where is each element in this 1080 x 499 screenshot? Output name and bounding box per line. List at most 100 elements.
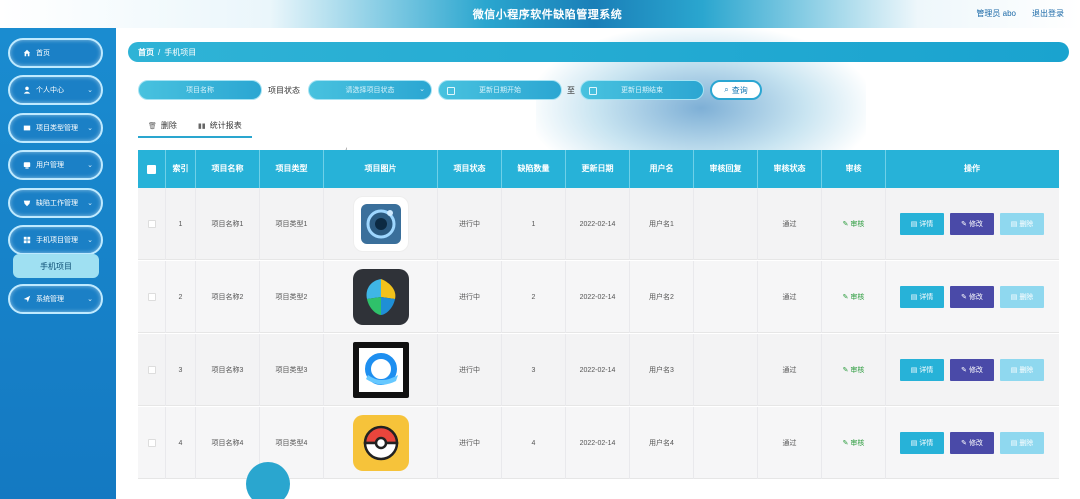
chevron-down-icon: ⌄ [87, 125, 93, 132]
search-button[interactable]: ⌕ 查询 [710, 80, 762, 100]
sidebar-subitem-mobile-project[interactable]: 手机项目 [13, 254, 99, 278]
name-cell: 项目名称2 [196, 261, 260, 333]
date-cell: 2022-02-14 [566, 188, 630, 260]
delete-button[interactable]: ▤ 删除 [1000, 213, 1044, 235]
column-header: 操作 [964, 164, 980, 173]
delete-button[interactable]: ▤ 删除 [1000, 286, 1044, 308]
detail-button[interactable]: ▤ 详情 [900, 359, 944, 381]
edit-button[interactable]: ✎ 修改 [950, 213, 994, 235]
delete-button[interactable]: ▤ 删除 [1000, 359, 1044, 381]
logout-link[interactable]: 退出登录 [1032, 8, 1064, 19]
defects-cell: 1 [502, 188, 566, 260]
calendar-icon [589, 87, 597, 95]
audit-status-cell: 通过 [758, 261, 822, 333]
status-cell: 进行中 [438, 261, 502, 333]
name-cell: 项目名称4 [196, 407, 260, 479]
index-cell: 1 [166, 188, 196, 260]
sidebar-item-label: 首页 [36, 50, 50, 57]
sidebar-item-label: 项目类型管理 [36, 125, 78, 132]
date-start-input[interactable]: 更新日期开始 [438, 80, 562, 100]
audit-cell: ✎ 审核 [822, 407, 886, 479]
row-checkbox[interactable] [147, 293, 156, 301]
edit-button[interactable]: ✎ 修改 [950, 286, 994, 308]
audit-status-cell: 通过 [758, 407, 822, 479]
trash-icon: ▤ [1010, 367, 1018, 374]
project-name-input[interactable]: 项目名称 [138, 80, 262, 100]
sidebar: 首页 个人中心 ⌄ 项目类型管理 ⌄ 用户管理 ⌄ 缺陷工作管理 ⌄ 手机项目管… [0, 28, 116, 499]
stats-report-tab[interactable]: ▮▮ 统计报表 [198, 120, 242, 131]
row-checkbox[interactable] [147, 220, 156, 228]
detail-button[interactable]: ▤ 详情 [900, 213, 944, 235]
sidebar-item-project-types[interactable]: 项目类型管理 ⌄ [8, 113, 103, 143]
detail-button[interactable]: ▤ 详情 [900, 432, 944, 454]
sidebar-item-home[interactable]: 首页 [8, 38, 103, 68]
sidebar-item-users[interactable]: 用户管理 ⌄ [8, 150, 103, 180]
edit-button[interactable]: ✎ 修改 [950, 432, 994, 454]
sidebar-item-label: 系统管理 [36, 296, 64, 303]
sidebar-item-system[interactable]: 系统管理 ⌄ [8, 284, 103, 314]
select-all-checkbox[interactable] [147, 164, 156, 174]
audit-link[interactable]: ✎ 审核 [843, 438, 865, 448]
users-icon [22, 161, 31, 170]
folder-icon [22, 124, 31, 133]
status-cell: 进行中 [438, 334, 502, 406]
breadcrumb: 首页 / 手机项目 [128, 42, 1069, 62]
pencil-icon: ✎ [961, 294, 967, 301]
image-cell [324, 188, 438, 260]
edit-button[interactable]: ✎ 修改 [950, 359, 994, 381]
sidebar-item-defects[interactable]: 缺陷工作管理 ⌄ [8, 188, 103, 218]
breadcrumb-current: 手机项目 [164, 47, 197, 57]
column-header: 项目图片 [324, 150, 438, 188]
row-checkbox[interactable] [147, 439, 156, 447]
trash-icon: ▤ [1010, 294, 1018, 301]
sidebar-item-profile[interactable]: 个人中心 ⌄ [8, 75, 103, 105]
status-cell: 进行中 [438, 188, 502, 260]
index-cell: 4 [166, 407, 196, 479]
chevron-down-icon: ⌄ [87, 200, 93, 207]
column-header: 索引 [166, 150, 196, 188]
date-cell: 2022-02-14 [566, 334, 630, 406]
breadcrumb-separator: / [158, 47, 161, 57]
stats-tab-label: 统计报表 [209, 121, 242, 130]
date-cell: 2022-02-14 [566, 407, 630, 479]
row-checkbox[interactable] [147, 366, 156, 374]
detail-button[interactable]: ▤ 详情 [900, 286, 944, 308]
bug-icon [22, 199, 31, 208]
pencil-icon: ✎ [961, 221, 967, 228]
image-cell [324, 407, 438, 479]
filter-bar: 项目名称 项目状态 请选择项目状态 ⌄ 更新日期开始 至 更新日期结束 ⌕ 查询 [138, 80, 1068, 102]
colorful-leaves-app-icon[interactable] [352, 269, 409, 325]
reply-cell [694, 261, 758, 333]
status-select[interactable]: 请选择项目状态 ⌄ [308, 80, 432, 100]
camera-lens-app-icon[interactable] [352, 196, 409, 252]
breadcrumb-home[interactable]: 首页 [138, 47, 154, 58]
name-cell: 项目名称3 [196, 334, 260, 406]
name-cell: 项目名称1 [196, 188, 260, 260]
row-select-cell [138, 334, 166, 406]
detail-icon: ▤ [910, 440, 918, 447]
reply-cell [694, 188, 758, 260]
date-end-input[interactable]: 更新日期结束 [580, 80, 704, 100]
audit-link[interactable]: ✎ 审核 [843, 292, 865, 302]
sidebar-item-label: 用户管理 [36, 162, 64, 169]
delete-button[interactable]: ▤ 删除 [1000, 432, 1044, 454]
status-label: 项目状态 [268, 86, 300, 95]
browser-q-app-icon[interactable] [352, 342, 409, 398]
column-header: 审核状态 [758, 150, 822, 188]
column-header: 审核 [822, 150, 886, 188]
sidebar-item-mobile-projects[interactable]: 手机项目管理 ⌄ [8, 225, 103, 255]
date-cell: 2022-02-14 [566, 261, 630, 333]
send-icon [22, 295, 31, 304]
delete-tab[interactable]: 🗑 删除 [148, 120, 177, 131]
audit-link[interactable]: ✎ 审核 [843, 365, 865, 375]
pencil-icon: ✎ [961, 440, 967, 447]
audit-cell: ✎ 审核 [822, 334, 886, 406]
pokeball-app-icon[interactable] [352, 415, 409, 471]
user-cell: 用户名4 [630, 407, 694, 479]
sidebar-item-label: 个人中心 [36, 87, 64, 94]
audit-link[interactable]: ✎ 审核 [843, 219, 865, 229]
audit-cell: ✎ 审核 [822, 188, 886, 260]
reply-cell [694, 334, 758, 406]
audit-status-cell: 通过 [758, 334, 822, 406]
delete-tab-label: 删除 [160, 121, 177, 130]
